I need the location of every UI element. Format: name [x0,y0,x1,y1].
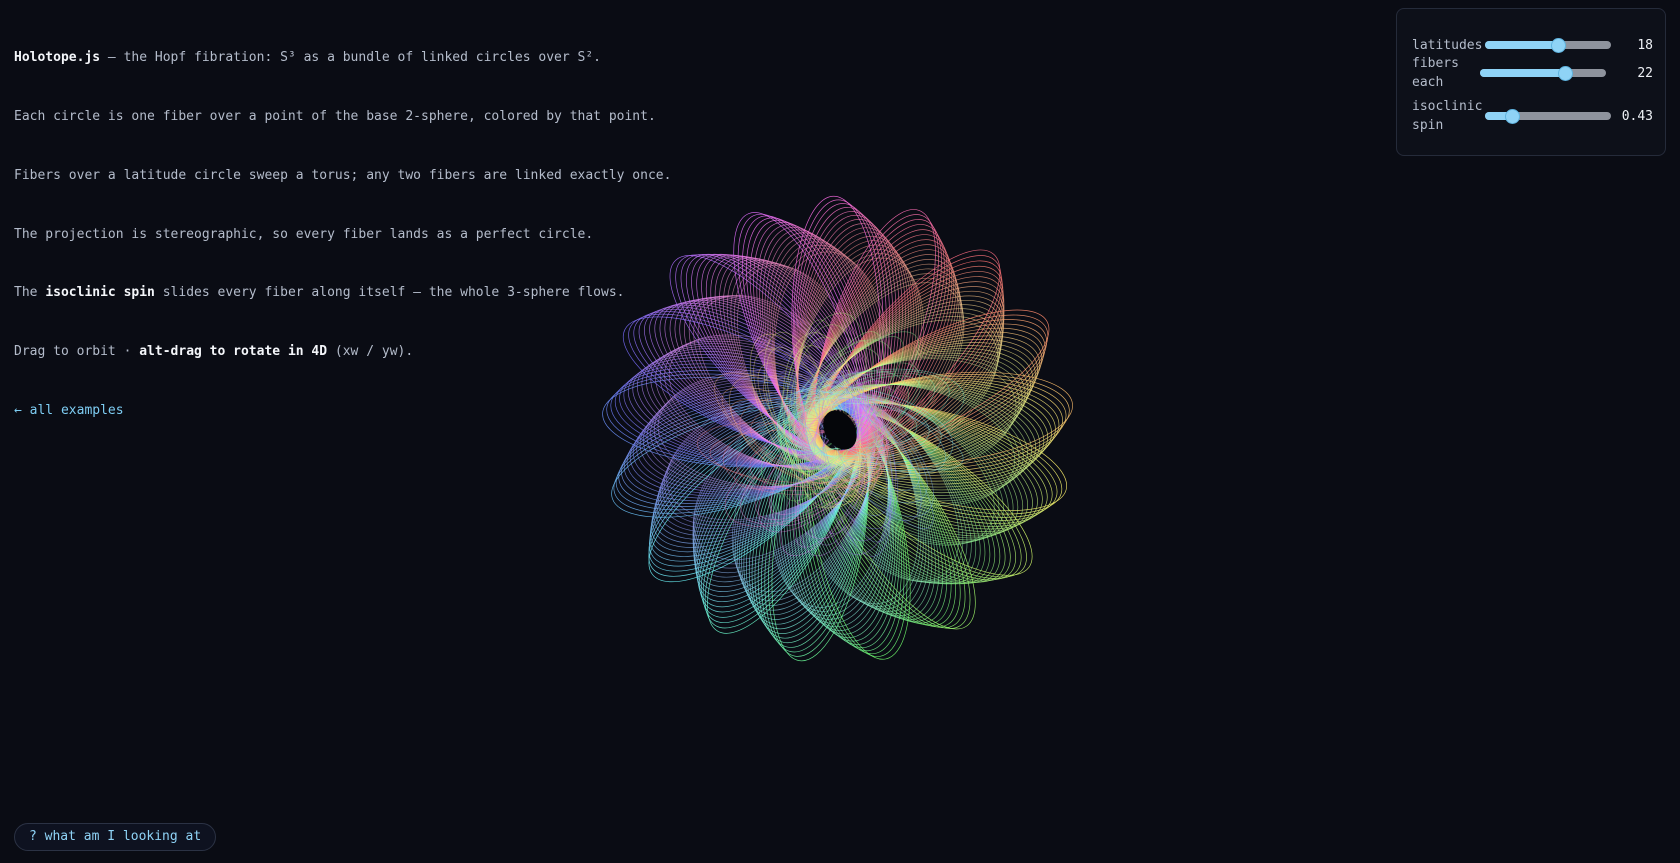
alt-drag-emphasis: alt-drag to rotate in 4D [139,344,328,360]
fibers-slider-fill [1480,69,1566,77]
fibers-slider-thumb[interactable] [1557,65,1573,81]
what-am-i-looking-at-button[interactable]: ? what am I looking at [14,823,217,851]
intro-line-3: Fibers over a latitude circle sweep a to… [14,167,672,183]
fibers-label: fibers each [1412,56,1459,90]
intro-line-4: The projection is stereographic, so ever… [14,226,594,242]
intro-line-5-pre: The [14,285,46,301]
isoclinic-spin-emphasis: isoclinic spin [45,285,155,301]
intro-line-5-post: slides every fiber along itself — the wh… [154,285,625,301]
fibers-value: 22 [1637,65,1653,81]
latitudes-value: 18 [1637,37,1653,53]
intro-line-6-pre: Drag to orbit · [14,344,140,360]
fibers-slider[interactable] [1480,65,1606,81]
spin-slider-thumb[interactable] [1504,108,1520,124]
latitudes-label: latitudes [1412,37,1483,53]
latitudes-control: latitudes 18 [1412,35,1653,55]
fibers-control: fibers each 22 [1412,54,1653,92]
latitudes-slider-thumb[interactable] [1551,37,1567,53]
intro-line-6-post: (xw / yw). [327,344,414,360]
brand-name: Holotope.js [14,50,101,66]
spin-label: isoclinic spin [1412,99,1483,133]
controls-panel: latitudes 18 fibers each 22 isoclinic sp… [1396,8,1666,156]
spin-value: 0.43 [1621,108,1653,124]
spin-control: isoclinic spin 0.43 [1412,97,1653,135]
intro-text: Holotope.js — the Hopf fibration: S³ as … [14,9,671,440]
latitudes-slider[interactable] [1485,37,1611,53]
intro-line-1: — the Hopf fibration: S³ as a bundle of … [100,50,601,66]
latitudes-slider-fill [1485,41,1559,49]
all-examples-link[interactable]: ← all examples [14,403,124,418]
spin-slider[interactable] [1485,108,1611,124]
intro-line-2: Each circle is one fiber over a point of… [14,108,656,124]
